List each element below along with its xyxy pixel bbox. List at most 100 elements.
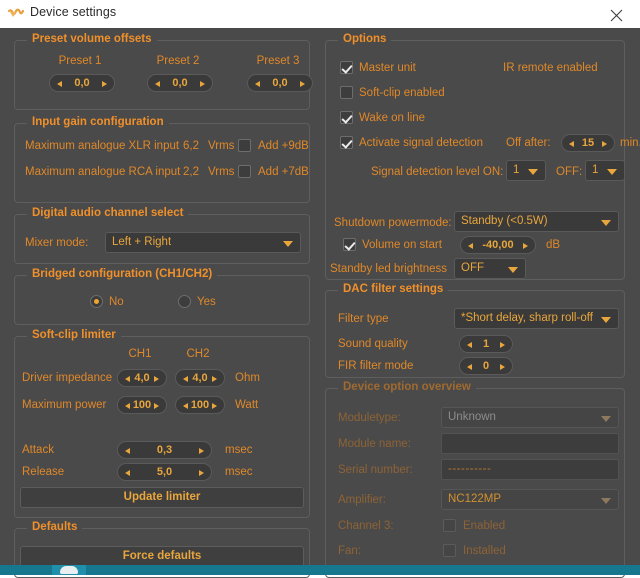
signal-level-off-dropdown[interactable]: 1: [585, 160, 625, 181]
off-after-unit: min.: [620, 137, 640, 149]
group-dac-filter-settings: DAC filter settings Filter type *Short d…: [325, 283, 625, 378]
spinner-increment-icon[interactable]: [602, 141, 607, 147]
fan-installed-checkbox[interactable]: [443, 544, 456, 557]
bridged-radio-yes-label: Yes: [197, 296, 216, 308]
wake-on-line-label: Wake on line: [359, 112, 426, 124]
moduletype-value: Unknown: [448, 411, 496, 423]
amplifier-dropdown[interactable]: NC122MP: [441, 489, 619, 510]
chevron-down-icon: [601, 317, 611, 323]
volume-on-start-unit: dB: [546, 239, 561, 251]
filter-type-dropdown[interactable]: *Short delay, sharp roll-off: [454, 308, 619, 329]
spinner-increment-icon[interactable]: [300, 81, 305, 87]
fan-label: Fan:: [338, 545, 362, 557]
soft-clip-enabled-checkbox[interactable]: [340, 86, 353, 99]
spinner-increment-icon[interactable]: [102, 81, 107, 87]
group-legend-digital-audio: Digital audio channel select: [27, 207, 189, 219]
amplifier-value: NC122MP: [448, 493, 502, 505]
bridged-radio-no-label: No: [109, 296, 124, 308]
wake-on-line-checkbox[interactable]: [340, 111, 353, 124]
add-7db-checkbox[interactable]: [238, 165, 251, 178]
spinner-increment-icon[interactable]: [154, 376, 159, 382]
chevron-down-icon: [508, 267, 518, 273]
signal-detection-level-label: Signal detection level ON:: [371, 166, 504, 178]
add-9db-checkbox[interactable]: [238, 139, 251, 152]
maximum-power-ch2-spinner[interactable]: 100: [175, 396, 225, 414]
spinner-increment-icon[interactable]: [212, 376, 217, 382]
mixer-mode-dropdown[interactable]: Left + Right: [105, 232, 301, 253]
group-legend-input-gain: Input gain configuration: [27, 116, 169, 128]
os-taskbar: [0, 565, 640, 575]
group-legend-bridged: Bridged configuration (CH1/CH2): [27, 268, 218, 280]
preset-1-spinner[interactable]: 0,0: [49, 74, 115, 92]
module-name-label: Module name:: [338, 438, 411, 450]
add-9db-label: Add +9dB: [258, 140, 309, 152]
chevron-down-icon: [601, 416, 611, 422]
chevron-down-icon: [528, 169, 538, 175]
group-bridged-configuration: Bridged configuration (CH1/CH2) No Yes: [14, 268, 310, 325]
preset-3-spinner[interactable]: 0,0: [247, 74, 313, 92]
sound-quality-spinner[interactable]: 1: [459, 335, 513, 353]
force-defaults-button[interactable]: Force defaults: [20, 546, 304, 567]
volume-on-start-checkbox[interactable]: [343, 238, 356, 251]
bridged-radio-yes[interactable]: [178, 295, 191, 308]
module-name-field[interactable]: [441, 433, 619, 454]
preset-1-label: Preset 1: [58, 55, 102, 67]
preset-3-label: Preset 3: [256, 55, 300, 67]
spinner-increment-icon[interactable]: [154, 403, 159, 409]
spinner-increment-icon[interactable]: [523, 243, 528, 249]
sound-quality-label: Sound quality: [338, 338, 408, 350]
group-legend-defaults: Defaults: [27, 521, 83, 533]
release-spinner[interactable]: 5,0: [117, 463, 212, 481]
maximum-power-unit: Watt: [235, 399, 259, 411]
off-after-label: Off after:: [506, 137, 551, 149]
master-unit-checkbox[interactable]: [340, 61, 353, 74]
mixer-mode-value: Left + Right: [112, 236, 172, 248]
rca-input-value: 2,2: [183, 166, 199, 178]
preset-2-label: Preset 2: [156, 55, 200, 67]
serial-number-value: ----------: [448, 463, 492, 475]
volume-on-start-spinner[interactable]: -40,00: [460, 236, 536, 254]
attack-spinner[interactable]: 0,3: [117, 441, 212, 459]
maximum-power-ch1-spinner[interactable]: 100: [117, 396, 167, 414]
driver-impedance-ch2-spinner[interactable]: 4,0: [175, 369, 225, 387]
signal-level-on-dropdown[interactable]: 1: [506, 160, 546, 181]
chevron-down-icon: [607, 169, 617, 175]
xlr-input-value: 6,2: [183, 140, 199, 152]
chevron-down-icon: [601, 220, 611, 226]
attack-label: Attack: [22, 444, 54, 456]
channel3-enabled-label: Enabled: [463, 520, 506, 532]
moduletype-dropdown[interactable]: Unknown: [441, 407, 619, 428]
group-digital-audio-channel-select: Digital audio channel select Mixer mode:…: [14, 207, 310, 264]
group-device-option-overview: Device option overview Moduletype: Unkno…: [325, 381, 625, 578]
signal-level-on-value: 1: [513, 164, 520, 176]
group-legend-dac-filter: DAC filter settings: [338, 283, 449, 295]
spinner-increment-icon[interactable]: [199, 470, 204, 476]
close-button[interactable]: [594, 0, 640, 28]
ch1-header: CH1: [128, 348, 152, 360]
shutdown-powermode-dropdown[interactable]: Standby (<0.5W): [454, 211, 619, 232]
spinner-increment-icon[interactable]: [212, 403, 217, 409]
standby-led-brightness-dropdown[interactable]: OFF: [454, 258, 526, 279]
spinner-increment-icon[interactable]: [200, 81, 205, 87]
serial-number-label: Serial number:: [338, 464, 413, 476]
activate-signal-detection-checkbox[interactable]: [340, 136, 353, 149]
channel3-enabled-checkbox[interactable]: [443, 519, 456, 532]
spinner-increment-icon[interactable]: [500, 364, 505, 370]
preset-2-spinner[interactable]: 0,0: [147, 74, 213, 92]
driver-impedance-ch1-spinner[interactable]: 4,0: [117, 369, 167, 387]
bridged-radio-no[interactable]: [90, 295, 103, 308]
fir-filter-mode-spinner[interactable]: 0: [459, 357, 513, 375]
group-preset-volume-offsets: Preset volume offsets Preset 1 0,0 Prese…: [14, 33, 313, 110]
update-limiter-button[interactable]: Update limiter: [20, 487, 304, 508]
driver-impedance-unit: Ohm: [235, 372, 260, 384]
serial-number-field[interactable]: ----------: [441, 459, 619, 480]
shutdown-powermode-value: Standby (<0.5W): [461, 215, 548, 227]
spinner-increment-icon[interactable]: [199, 448, 204, 454]
spinner-increment-icon[interactable]: [500, 342, 505, 348]
rca-input-unit: Vrms: [208, 166, 235, 178]
moduletype-label: Moduletype:: [338, 412, 401, 424]
activate-signal-detection-label: Activate signal detection: [359, 137, 484, 149]
release-unit: msec: [225, 466, 253, 478]
off-after-spinner[interactable]: 15: [561, 134, 615, 152]
attack-unit: msec: [225, 444, 253, 456]
